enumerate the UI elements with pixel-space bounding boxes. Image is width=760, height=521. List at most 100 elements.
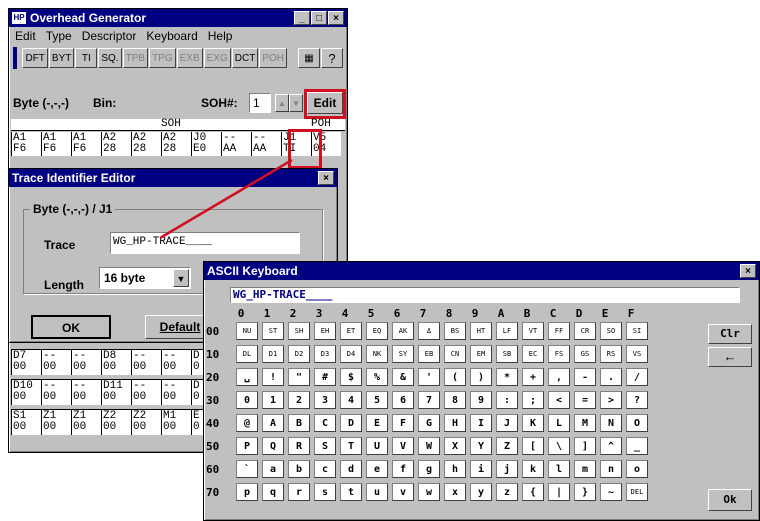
overhead-cell[interactable]: -- 00	[41, 349, 71, 375]
ascii-key[interactable]: D4	[340, 345, 362, 363]
ascii-key[interactable]: ,	[548, 368, 570, 386]
ascii-key[interactable]: ET	[340, 322, 362, 340]
ascii-key[interactable]: M	[574, 414, 596, 432]
ascii-key[interactable]: "	[288, 368, 310, 386]
ascii-key[interactable]: &	[392, 368, 414, 386]
minimize-icon[interactable]: _	[294, 11, 310, 25]
overhead-cell[interactable]: -- AA	[251, 132, 281, 156]
ascii-key[interactable]: V	[392, 437, 414, 455]
ascii-key[interactable]: EC	[522, 345, 544, 363]
ascii-key[interactable]: VS	[626, 345, 648, 363]
toolbar-button-sq[interactable]: SQ.	[98, 48, 122, 68]
ascii-key[interactable]: SB	[496, 345, 518, 363]
soh-number-input[interactable]: 1	[249, 93, 271, 113]
ascii-key[interactable]: n	[600, 460, 622, 478]
ascii-key[interactable]: RS	[600, 345, 622, 363]
ascii-key[interactable]: Δ	[418, 322, 440, 340]
ascii-key[interactable]: #	[314, 368, 336, 386]
overhead-cell[interactable]: A1 F6	[41, 132, 71, 156]
toolbar-button-exg[interactable]: EXG	[203, 48, 231, 68]
overhead-cell[interactable]: D8 00	[101, 349, 131, 375]
ascii-key[interactable]: l	[548, 460, 570, 478]
ascii-key[interactable]: '	[418, 368, 440, 386]
ascii-key[interactable]: |	[548, 483, 570, 501]
ascii-key[interactable]: h	[444, 460, 466, 478]
overhead-cell[interactable]: -- 00	[131, 379, 161, 405]
ascii-key[interactable]: (	[444, 368, 466, 386]
overhead-cell[interactable]: -- AA	[221, 132, 251, 156]
ascii-key[interactable]: 5	[366, 391, 388, 409]
ascii-key[interactable]: 9	[470, 391, 492, 409]
ascii-key[interactable]: D	[340, 414, 362, 432]
ascii-key[interactable]: SO	[600, 322, 622, 340]
ascii-key[interactable]: EB	[418, 345, 440, 363]
ascii-key[interactable]: U	[366, 437, 388, 455]
overhead-cell[interactable]: -- 00	[41, 379, 71, 405]
ascii-key[interactable]: DEL	[626, 483, 648, 501]
clear-button[interactable]: Clr	[708, 324, 752, 344]
ascii-key[interactable]: b	[288, 460, 310, 478]
ascii-key[interactable]: L	[548, 414, 570, 432]
toolbar-button-dct[interactable]: DCT	[231, 48, 259, 68]
ascii-key[interactable]: 7	[418, 391, 440, 409]
maximize-icon[interactable]: □	[311, 11, 327, 25]
overhead-cell[interactable]: Z2 00	[101, 409, 131, 435]
overhead-cell[interactable]: S1 00	[11, 409, 41, 435]
ascii-key[interactable]: HT	[470, 322, 492, 340]
ascii-key[interactable]: \	[548, 437, 570, 455]
ascii-key[interactable]: FS	[548, 345, 570, 363]
ascii-key[interactable]: -	[574, 368, 596, 386]
ok-button[interactable]: OK	[31, 315, 111, 339]
ascii-key[interactable]: s	[314, 483, 336, 501]
ascii-key[interactable]: D1	[262, 345, 284, 363]
ascii-key[interactable]: *	[496, 368, 518, 386]
main-title-bar[interactable]: HP Overhead Generator _ □ ×	[9, 9, 347, 27]
spin-up-icon[interactable]: ▲	[275, 94, 289, 112]
ascii-key[interactable]: v	[392, 483, 414, 501]
overhead-cell[interactable]: Z2 00	[131, 409, 161, 435]
ascii-key[interactable]: CN	[444, 345, 466, 363]
trace-editor-close-icon[interactable]: ×	[318, 171, 334, 185]
ascii-key[interactable]: ?	[626, 391, 648, 409]
overhead-cell[interactable]: -- 00	[161, 349, 191, 375]
ascii-key[interactable]: C	[314, 414, 336, 432]
ascii-key[interactable]: SH	[288, 322, 310, 340]
keyboard-input[interactable]: WG_HP-TRACE____	[230, 287, 740, 303]
ascii-key[interactable]: g	[418, 460, 440, 478]
ascii-key[interactable]: Y	[470, 437, 492, 455]
calculator-icon[interactable]: ▦	[298, 48, 320, 68]
ascii-key[interactable]: 0	[236, 391, 258, 409]
ascii-key[interactable]: X	[444, 437, 466, 455]
ascii-key[interactable]: R	[288, 437, 310, 455]
ascii-key[interactable]: T	[340, 437, 362, 455]
toolbar-button-ti[interactable]: TI	[75, 48, 98, 68]
ascii-key[interactable]: W	[418, 437, 440, 455]
keyboard-title-bar[interactable]: ASCII Keyboard ×	[204, 262, 759, 280]
ascii-key[interactable]: _	[626, 437, 648, 455]
ascii-key[interactable]: 6	[392, 391, 414, 409]
ascii-key[interactable]: >	[600, 391, 622, 409]
ascii-key[interactable]: [	[522, 437, 544, 455]
ascii-key[interactable]: w	[418, 483, 440, 501]
overhead-cell[interactable]: A1 F6	[71, 132, 101, 156]
ascii-key[interactable]: H	[444, 414, 466, 432]
menu-item-type[interactable]: Type	[46, 29, 72, 43]
overhead-cell[interactable]: -- 00	[161, 379, 191, 405]
overhead-cell[interactable]: A2 28	[101, 132, 131, 156]
ascii-key[interactable]: F	[392, 414, 414, 432]
ascii-key[interactable]: ␣	[236, 368, 258, 386]
ascii-key[interactable]: =	[574, 391, 596, 409]
ascii-key[interactable]: Q	[262, 437, 284, 455]
ascii-key[interactable]: ;	[522, 391, 544, 409]
overhead-cell[interactable]: D7 00	[11, 349, 41, 375]
ascii-key[interactable]: B	[288, 414, 310, 432]
ascii-key[interactable]: LF	[496, 322, 518, 340]
overhead-cell[interactable]: -- 00	[71, 379, 101, 405]
overhead-cell[interactable]: Z1 00	[71, 409, 101, 435]
ascii-key[interactable]: AK	[392, 322, 414, 340]
toolbar-button-tpb[interactable]: TPB	[122, 48, 149, 68]
help-icon[interactable]: ?	[321, 48, 343, 68]
ascii-key[interactable]: EQ	[366, 322, 388, 340]
close-icon[interactable]: ×	[328, 11, 344, 25]
ascii-key[interactable]: o	[626, 460, 648, 478]
